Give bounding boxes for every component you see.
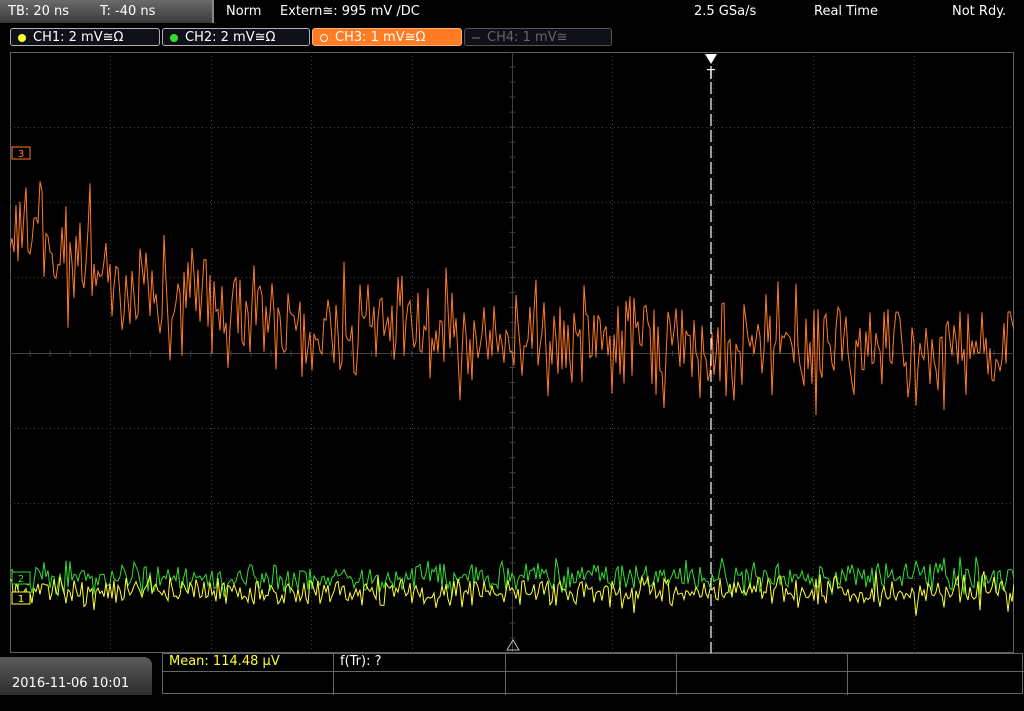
timebase-label: TB: 20 ns [8,4,70,19]
channel-bar: CH1: 2 mV≅Ω CH2: 2 mV≅Ω CH3: 1 mV≅Ω CH4:… [0,24,1024,50]
mean-measurement: Mean: 114.48 µV [169,654,280,669]
ch3-marker-label: 3 [18,149,24,160]
datetime-label: 2016-11-06 10:01 [12,676,130,691]
trigger-mode[interactable]: Norm [226,0,261,24]
trigger-marker-label: T [706,68,715,83]
channel-2-label: CH2: 2 mV≅Ω [185,30,276,45]
ch1-offset-marker[interactable]: 1 [11,591,31,605]
measurement-grid [162,653,1024,695]
channel-3-label: CH3: 1 mV≅Ω [335,30,426,45]
status-bar: TB: 20 ns T: -40 ns Norm Extern≅: 995 mV… [0,0,1024,24]
trigger-source[interactable]: Extern≅: 995 mV ∕DC [280,0,420,24]
trigger-time-label: T: -40 ns [100,4,156,19]
channel-3-dot-icon [320,34,328,42]
channel-4-label: CH4: 1 mV≅ [487,30,568,45]
channel-2-dot-icon [170,34,178,42]
acquisition-mode: Real Time [814,4,878,19]
channel-1-button[interactable]: CH1: 2 mV≅Ω [10,28,160,46]
datetime-box[interactable]: 2016-11-06 10:01 [0,657,152,695]
waveform-display[interactable]: T 3 2 1 [9,51,1015,654]
bottom-bar: 2016-11-06 10:01 Mean: 114.48 µV f(Tr): … [0,653,1024,695]
ch2-offset-marker[interactable]: 2 [11,571,31,585]
channel-1-label: CH1: 2 mV≅Ω [33,30,124,45]
trigger-arrow-icon[interactable] [705,54,717,64]
trigger-state: Not Rdy. [952,4,1007,19]
channel-4-button[interactable]: CH4: 1 mV≅ [464,28,612,46]
ch3-offset-marker[interactable]: 3 [11,146,31,160]
waveform-svg: T 3 2 1 [9,51,1015,654]
channel-1-dot-icon [18,34,26,42]
sample-rate: 2.5 GSa/s [694,4,757,19]
measurement-panel[interactable]: Mean: 114.48 µV f(Tr): ? [162,653,1024,695]
frequency-measurement: f(Tr): ? [340,654,382,669]
ch2-marker-label: 2 [18,574,24,585]
channel-3-button[interactable]: CH3: 1 mV≅Ω [312,28,462,46]
timebase-box[interactable]: TB: 20 ns T: -40 ns [0,0,214,23]
channel-2-button[interactable]: CH2: 2 mV≅Ω [162,28,310,46]
channel-4-dash-icon [472,37,480,39]
ch1-marker-label: 1 [18,594,24,605]
